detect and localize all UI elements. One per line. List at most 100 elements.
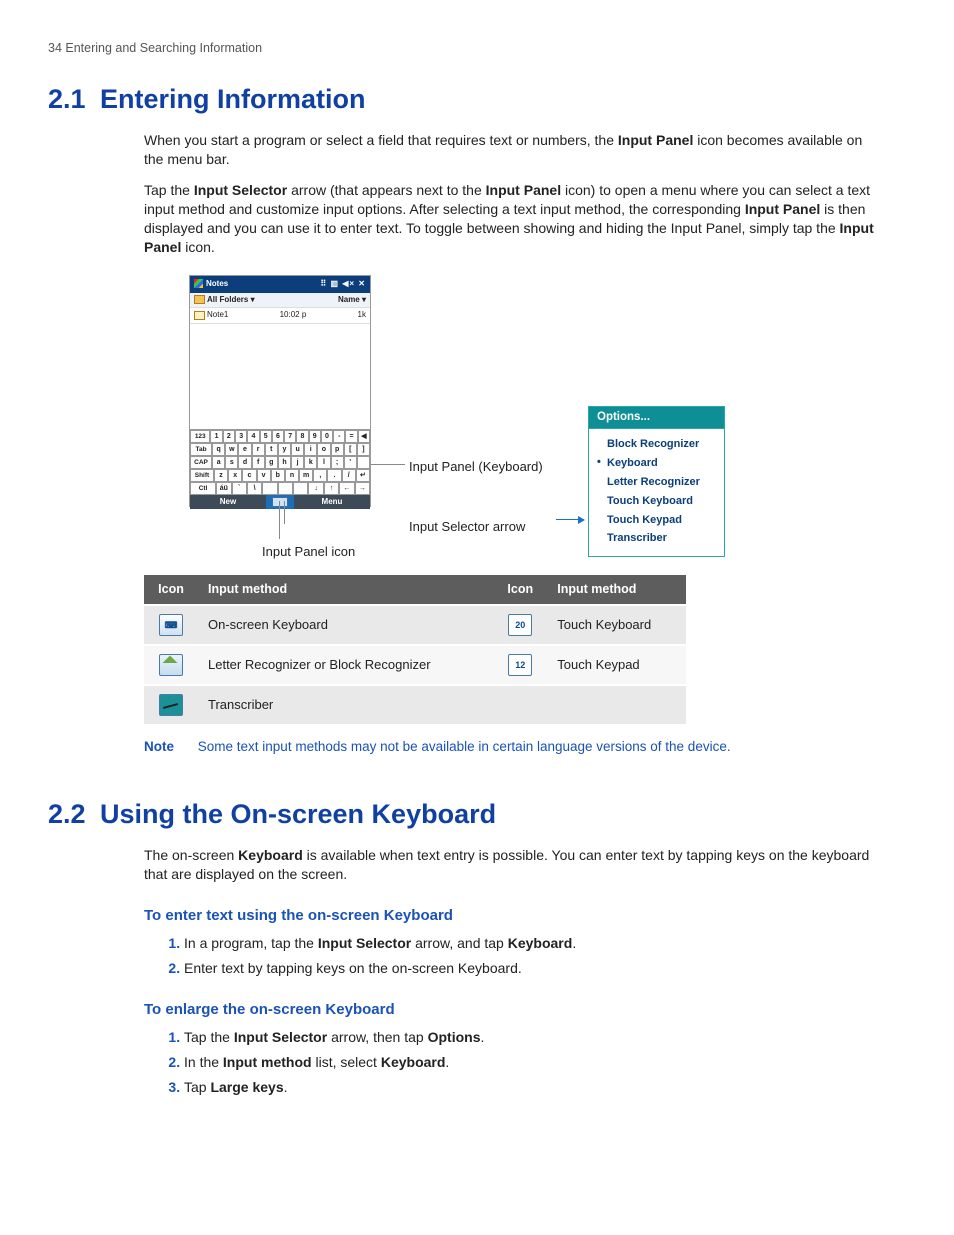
input-method-icon-table: Icon Input method Icon Input method ⌨ On… <box>144 575 686 724</box>
text: icon. <box>181 239 214 255</box>
softkey-new: New <box>190 495 266 509</box>
step-1: In a program, tap the Input Selector arr… <box>184 934 906 953</box>
section-2-1-number: 2.1 <box>48 81 100 117</box>
device-title-text: Notes <box>206 279 228 288</box>
text: In a program, tap the <box>184 935 318 951</box>
keyboard-key: áü <box>216 482 231 495</box>
keyboard-key: c <box>242 469 256 482</box>
keyboard-key: k <box>304 456 317 469</box>
options-menu-item: Touch Keypad <box>593 511 720 530</box>
options-menu-item: Transcriber <box>593 529 720 548</box>
icon-transcriber <box>144 685 198 724</box>
device-file-row: Note1 10:02 p 1k <box>190 308 370 324</box>
keyboard-key: Shift <box>190 469 214 482</box>
text: . <box>445 1054 449 1070</box>
bold: Input Selector <box>234 1029 327 1045</box>
section-2-2-para-1: The on-screen Keyboard is available when… <box>48 846 906 884</box>
text: In the <box>184 1054 223 1070</box>
keyboard-key: ← <box>339 482 354 495</box>
page-header: 34 Entering and Searching Information <box>48 40 906 57</box>
bold: Input Selector <box>318 935 411 951</box>
name-sort-label: Name ▾ <box>338 295 366 306</box>
keyboard-key: ↑ <box>324 482 339 495</box>
file-time: 10:02 p <box>280 310 307 321</box>
options-menu-item: Touch Keyboard <box>593 492 720 511</box>
recognizer-icon <box>159 654 183 676</box>
softkey-menu: Menu <box>294 495 370 509</box>
section-2-2-title: 2.2Using the On-screen Keyboard <box>48 796 906 832</box>
keyboard-key: ; <box>331 456 344 469</box>
bold: Keyboard <box>381 1054 446 1070</box>
section-2-1-para-1: When you start a program or select a fie… <box>48 131 906 169</box>
all-folders-label: All Folders ▾ <box>207 295 255 304</box>
options-menu-item: Keyboard <box>593 454 720 473</box>
keyboard-key: q <box>212 443 225 456</box>
subheading-enlarge: To enlarge the on-screen Keyboard <box>144 1000 906 1020</box>
icon-recognizer <box>144 645 198 685</box>
text: arrow, and tap <box>411 935 508 951</box>
keyboard-key: [ <box>344 443 357 456</box>
keyboard-key: Tab <box>190 443 212 456</box>
keyboard-key: n <box>285 469 299 482</box>
bold-input-panel: Input Panel <box>618 132 693 148</box>
start-flag-icon <box>194 279 203 288</box>
step-1: Tap the Input Selector arrow, then tap O… <box>184 1028 906 1047</box>
steps-enlarge: Tap the Input Selector arrow, then tap O… <box>164 1028 906 1097</box>
note-body: Some text input methods may not be avail… <box>198 739 731 754</box>
keyboard-key: z <box>214 469 228 482</box>
section-2-1-title: 2.1Entering Information <box>48 81 906 117</box>
keyboard-key: Ctl <box>190 482 216 495</box>
options-menu-body: Block RecognizerKeyboardLetter Recognize… <box>589 429 724 556</box>
note-icon <box>194 311 205 320</box>
text: list, select <box>312 1054 381 1070</box>
file-name: Note1 <box>207 310 228 319</box>
th-icon: Icon <box>144 575 198 605</box>
keyboard-key: h <box>278 456 291 469</box>
label-onscreen-keyboard: On-screen Keyboard <box>198 605 493 645</box>
note-row: Note Some text input methods may not be … <box>48 738 906 756</box>
keyboard-key: 8 <box>296 430 308 443</box>
input-panel-figure: Notes ⠿ ▥ ◀× ✕ All Folders ▾ Name ▾ Note… <box>144 275 874 565</box>
keyboard-key <box>262 482 277 495</box>
bold: Keyboard <box>508 935 573 951</box>
keyboard-key: x <box>228 469 242 482</box>
keyboard-key: g <box>265 456 278 469</box>
subheading-enter-text: To enter text using the on-screen Keyboa… <box>144 906 906 926</box>
keyboard-key: p <box>331 443 344 456</box>
keyboard-key <box>293 482 308 495</box>
bold: Large keys <box>210 1079 283 1095</box>
keyboard-key: a <box>212 456 225 469</box>
keyboard-key: → <box>355 482 370 495</box>
text: Tap the <box>144 182 194 198</box>
keyboard-key: 3 <box>235 430 247 443</box>
text: . <box>572 935 576 951</box>
icon-touch-keyboard: 20 <box>493 605 547 645</box>
keyboard-key <box>278 482 293 495</box>
keyboard-key: , <box>313 469 327 482</box>
keyboard-key: 4 <box>247 430 259 443</box>
keyboard-key: / <box>342 469 356 482</box>
options-menu-header: Options... <box>589 407 724 430</box>
keyboard-key: m <box>299 469 313 482</box>
touch-keypad-icon: 12 <box>508 654 532 676</box>
step-2: In the Input method list, select Keyboar… <box>184 1053 906 1072</box>
th-method: Input method <box>198 575 493 605</box>
keyboard-key: ↓ <box>308 482 323 495</box>
status-icons: ⠿ ▥ ◀× ✕ <box>320 279 366 290</box>
keyboard-key: . <box>327 469 341 482</box>
text: The on-screen <box>144 847 238 863</box>
keyboard-key: s <box>225 456 238 469</box>
steps-enter-text: In a program, tap the Input Selector arr… <box>164 934 906 978</box>
options-menu-item: Block Recognizer <box>593 435 720 454</box>
bold-input-panel: Input Panel <box>486 182 561 198</box>
icon-touch-keypad: 12 <box>493 645 547 685</box>
keyboard-key: ] <box>357 443 370 456</box>
options-menu-item: Letter Recognizer <box>593 473 720 492</box>
keyboard-key: ◀ <box>358 430 370 443</box>
label-transcriber: Transcriber <box>198 685 493 724</box>
text: . <box>284 1079 288 1095</box>
keyboard-key: 123 <box>190 430 210 443</box>
keyboard-key: j <box>291 456 304 469</box>
keyboard-key: CAP <box>190 456 212 469</box>
keyboard-key: \ <box>247 482 262 495</box>
